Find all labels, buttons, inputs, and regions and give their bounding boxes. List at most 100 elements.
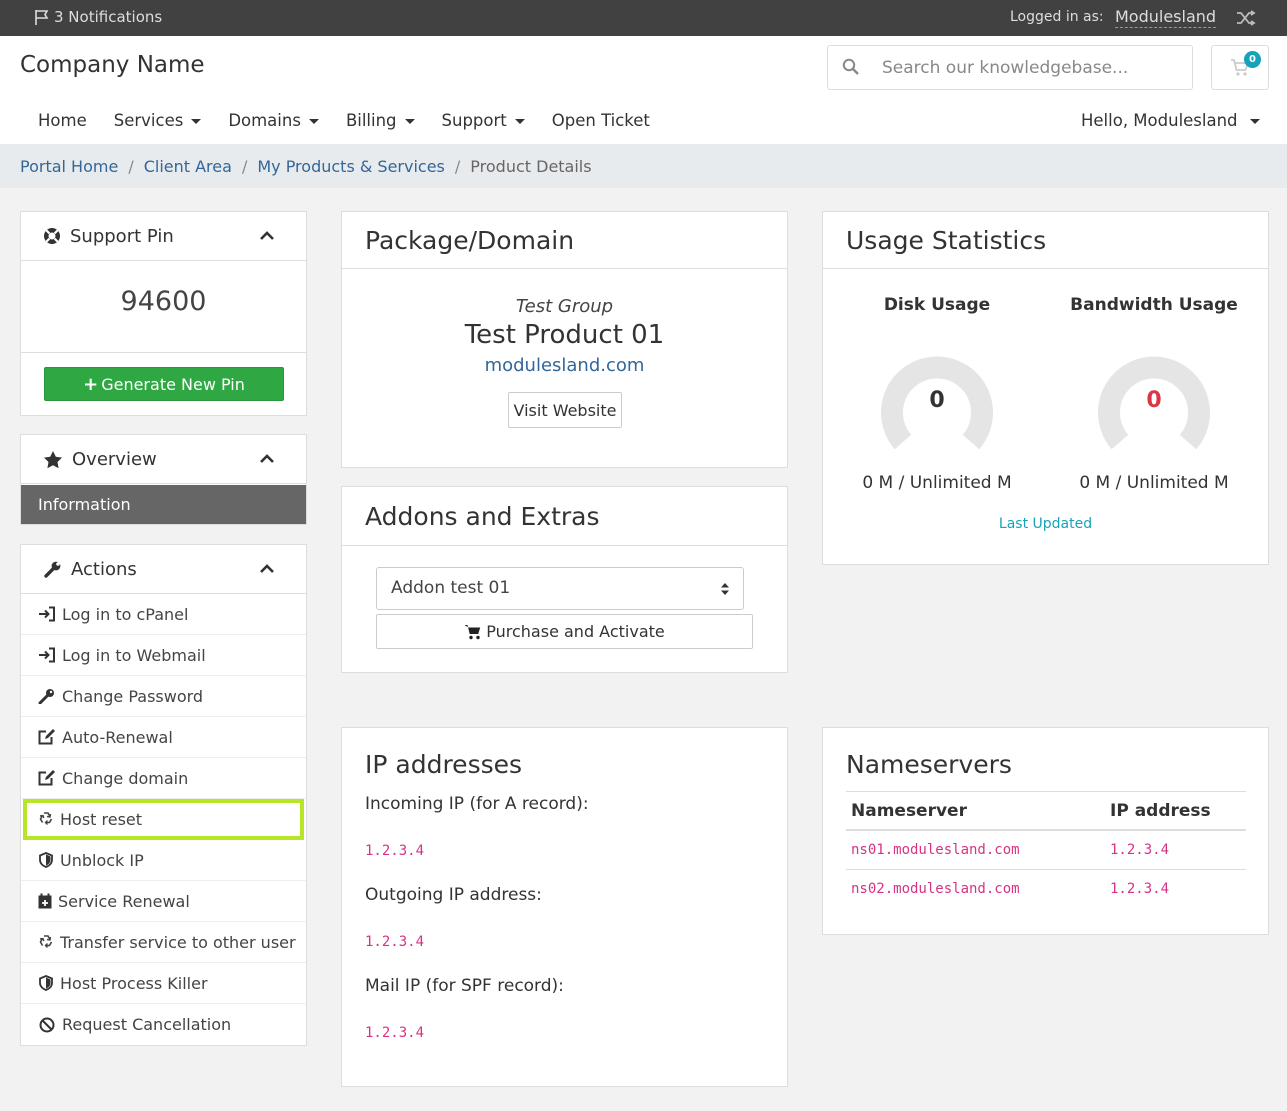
visit-website-button[interactable]: Visit Website [508,392,622,428]
package-domain-title: Package/Domain [365,225,575,255]
nav-open-ticket-label: Open Ticket [551,111,650,130]
column-header-nameserver: Nameserver [851,801,967,821]
action-host-reset[interactable]: Host reset [23,799,304,840]
addon-select[interactable]: Addon test 01 [376,567,744,610]
nav-domains[interactable]: Domains [228,111,319,130]
mail-ip-label: Mail IP (for SPF record): [365,976,564,996]
account-menu[interactable]: Hello, Modulesland [1081,111,1260,130]
support-pin-title: Support Pin [70,225,174,247]
cart-count-badge: 0 [1244,51,1261,68]
breadcrumb-separator: / [241,157,248,176]
breadcrumb-client-area[interactable]: Client Area [144,157,232,188]
nav-billing-label: Billing [345,111,397,130]
edit-icon [38,770,55,786]
generate-new-pin-button[interactable]: + Generate New Pin [44,367,284,401]
breadcrumb-separator: / [128,157,134,176]
nameserver-cell: ns02.modulesland.com [851,881,1020,897]
caret-down-icon [191,118,202,124]
notifications-link[interactable]: 3 Notifications [34,8,162,26]
nav-domains-label: Domains [228,111,301,130]
overview-header[interactable]: Overview [21,435,306,484]
chevron-up-icon[interactable] [259,452,275,464]
action-login-cpanel[interactable]: Log in to cPanel [21,594,306,635]
life-ring-icon [44,228,60,244]
nav-services[interactable]: Services [114,111,202,130]
table-header-row: Nameserver IP address [846,791,1246,831]
caret-down-icon [1249,118,1260,124]
nav-services-label: Services [113,111,184,130]
chevron-up-icon[interactable] [259,229,275,241]
chevron-up-icon[interactable] [259,562,275,574]
cart-button[interactable]: 0 [1211,45,1269,90]
caret-down-icon [308,118,319,124]
outgoing-ip-label: Outgoing IP address: [365,885,542,905]
plus-icon: + [83,373,99,395]
divider [21,352,306,353]
actions-panel: Actions Log in to cPanel Log in to Webma… [20,544,307,1046]
disk-usage-value: 0 [929,388,945,413]
nameservers-table: Nameserver IP address ns01.modulesland.c… [846,791,1246,909]
action-service-renewal[interactable]: Service Renewal [21,881,306,922]
ip-addresses-title: IP addresses [365,750,523,779]
notifications-label: 3 Notifications [54,8,163,26]
nav-open-ticket[interactable]: Open Ticket [552,111,650,130]
action-label: Host Process Killer [60,973,208,993]
header: Company Name 0 Home Services Domains Bil… [0,36,1287,144]
company-logo[interactable]: Company Name [20,52,205,78]
product-domain-link[interactable]: modulesland.com [342,355,787,376]
action-change-password[interactable]: Change Password [21,676,306,717]
nav-support[interactable]: Support [442,111,525,130]
last-updated-link[interactable]: Last Updated [823,516,1268,532]
support-pin-header[interactable]: Support Pin [21,212,306,261]
action-label: Change domain [62,768,189,788]
overview-title: Overview [72,448,157,470]
logged-in-username[interactable]: Modulesland [1115,7,1217,28]
account-greeting: Hello, Modulesland [1081,111,1238,130]
shield-icon [39,975,53,991]
action-change-domain[interactable]: Change domain [21,758,306,799]
action-label: Auto-Renewal [62,727,173,747]
usage-statistics-header: Usage Statistics [823,212,1268,269]
nameservers-title: Nameservers [846,750,1012,779]
action-label: Log in to cPanel [62,604,189,624]
wrench-icon [44,561,61,578]
nav-home-label: Home [38,111,87,130]
breadcrumb-products-services[interactable]: My Products & Services [257,157,445,188]
actions-title: Actions [71,558,137,580]
addons-title: Addons and Extras [365,501,600,531]
incoming-ip-label: Incoming IP (for A record): [365,794,589,814]
search-input[interactable] [882,54,1182,82]
sign-in-icon [39,606,55,622]
sign-in-icon [39,647,55,663]
purchase-activate-button[interactable]: Purchase and Activate [376,614,753,649]
bandwidth-usage-value: 0 [1146,388,1162,413]
overview-item-information[interactable]: Information [21,485,306,524]
usage-statistics-panel: Usage Statistics Disk Usage 0 0 M / Unli… [822,211,1269,565]
action-request-cancellation[interactable]: Request Cancellation [21,1004,306,1045]
incoming-ip-value: 1.2.3.4 [365,843,425,859]
action-transfer-service[interactable]: Transfer service to other user [21,922,306,963]
calendar-plus-icon [38,893,52,909]
breadcrumb-separator: / [454,157,461,176]
recycle-icon [39,935,53,948]
action-host-process-killer[interactable]: Host Process Killer [21,963,306,1004]
actions-header[interactable]: Actions [21,545,306,594]
breadcrumb-portal-home[interactable]: Portal Home [20,157,118,188]
addons-header: Addons and Extras [342,487,787,546]
shield-icon [39,852,53,868]
action-unblock-ip[interactable]: Unblock IP [21,840,306,881]
action-login-webmail[interactable]: Log in to Webmail [21,635,306,676]
ban-icon [39,1017,55,1032]
breadcrumb-current: Product Details [470,157,592,176]
usage-statistics-title: Usage Statistics [846,225,1047,255]
top-bar: 3 Notifications Logged in as: Moduleslan… [0,0,1287,36]
disk-usage-title: Disk Usage [883,295,991,315]
knowledgebase-search[interactable] [827,45,1193,90]
nav-home[interactable]: Home [38,111,87,130]
action-auto-renewal[interactable]: Auto-Renewal [21,717,306,758]
shuffle-icon[interactable] [1236,9,1256,27]
shopping-cart-icon [464,624,481,639]
nav-billing[interactable]: Billing [346,111,415,130]
disk-usage-text: 0 M / Unlimited M [862,473,1012,493]
actions-list: Log in to cPanel Log in to Webmail Chang… [21,594,306,1045]
